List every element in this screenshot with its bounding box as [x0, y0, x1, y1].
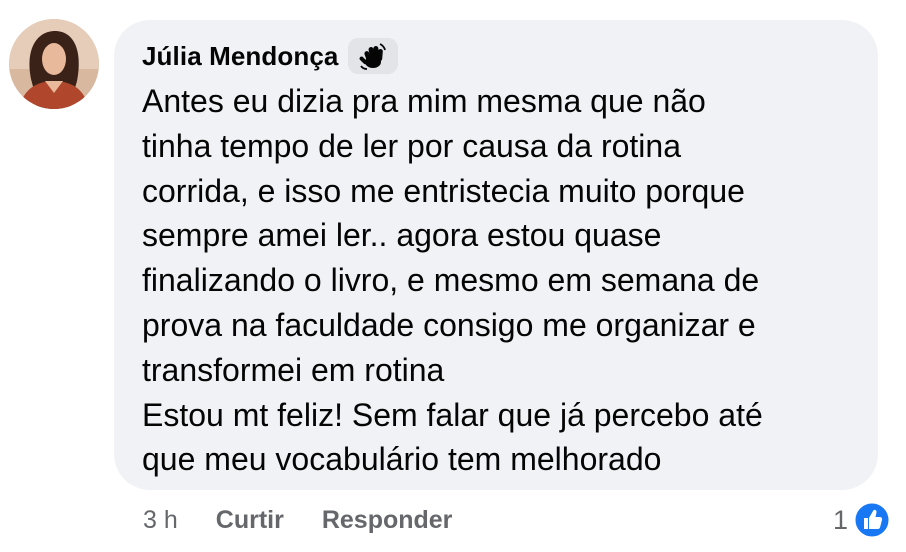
comment-line: tinha tempo de ler por causa da rotina [142, 127, 681, 164]
comment-line: corrida, e isso me entristecia muito por… [142, 172, 745, 209]
comment-timestamp[interactable]: 3 h [143, 506, 178, 535]
comment-line: Estou mt feliz! Sem falar que já percebo… [142, 396, 763, 433]
comment-line: que meu vocabulário tem melhorado [142, 441, 662, 478]
like-thumbs-up-icon [852, 500, 892, 540]
comment-text: Antes eu dizia pra mim mesma que não tin… [142, 79, 862, 482]
avatar[interactable] [9, 19, 99, 109]
comment-actions: 3 h Curtir Responder [143, 503, 452, 537]
reply-button[interactable]: Responder [322, 506, 453, 535]
avatar-photo [9, 19, 99, 109]
comment-line: sempre amei ler.. agora estou quase [142, 217, 662, 254]
comment-line: prova na faculdade consigo me organizar … [142, 306, 756, 343]
comment-line: transformei em rotina [142, 351, 445, 388]
comment-bubble: Júlia Mendonça Antes eu dizia pra mim me… [114, 20, 878, 490]
comment-line: finalizando o livro, e mesmo em semana d… [142, 262, 760, 299]
reaction-summary[interactable]: 1 [833, 498, 892, 542]
like-button[interactable]: Curtir [216, 506, 284, 535]
waving-hand-icon [348, 38, 399, 74]
comment-header: Júlia Mendonça [142, 36, 399, 76]
comment-line: Antes eu dizia pra mim mesma que não [142, 83, 706, 119]
author-name[interactable]: Júlia Mendonça [142, 41, 338, 72]
reaction-count: 1 [832, 504, 848, 535]
